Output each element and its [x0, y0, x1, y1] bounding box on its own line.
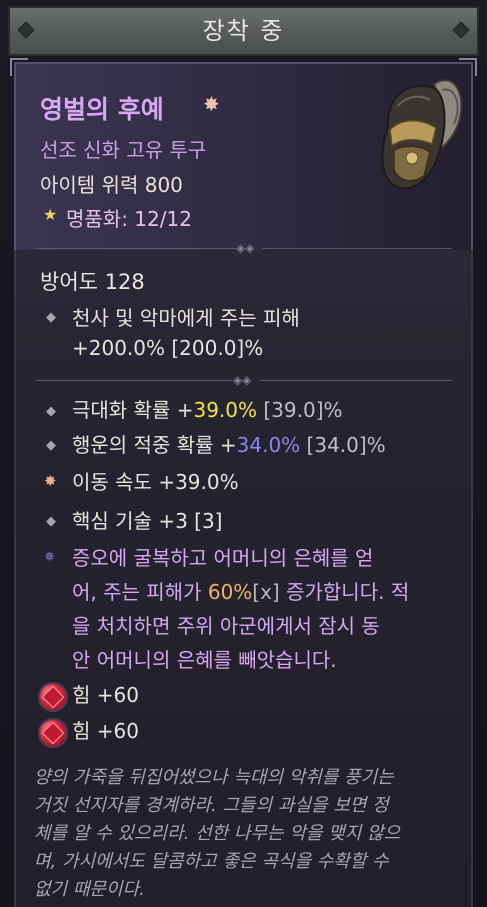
- unique-power-line2: 어, 주는 피해가 60%[x] 증가합니다. 적: [72, 576, 409, 605]
- equipped-header: 장착 중: [8, 6, 479, 56]
- affix-label: 극대화 확률 +: [72, 398, 194, 422]
- masterwork-star-icon: ★: [43, 205, 58, 224]
- armor-value: 방어도 128: [40, 270, 145, 294]
- affix-value: 34.0%: [236, 433, 301, 457]
- unique-power-text: 증가합니다. 적: [279, 580, 410, 604]
- masterwork-level: 명품화: 12/12: [66, 207, 192, 231]
- bullet-diamond-icon: ◆: [46, 404, 56, 419]
- section-divider: [262, 248, 452, 249]
- flavor-text-line: 양의 가죽을 뒤집어썼으나 늑대의 악취를 풍기는: [34, 767, 394, 788]
- bullet-diamond-icon: ◆: [46, 310, 56, 325]
- mythic-sun-icon: ✸: [203, 92, 220, 116]
- flavor-text-line: 체를 알 수 있으리라. 선한 나무는 악을 맺지 않으: [34, 823, 401, 844]
- unique-power-text: 어, 주는 피해가: [72, 580, 208, 604]
- divider-ornament: ◈◈: [236, 241, 255, 255]
- unique-power-line4: 안 어머니의 은혜를 빼앗습니다.: [72, 648, 337, 672]
- section-divider: [260, 380, 452, 381]
- socket-stat: 힘 +60: [72, 719, 139, 743]
- section-divider: [36, 380, 232, 381]
- affix-range: [34.0]%: [300, 433, 386, 457]
- affix-movement-speed: 이동 속도 +39.0%: [72, 470, 239, 494]
- socket-stat: 힘 +60: [72, 683, 139, 707]
- item-type: 선조 신화 고유 투구: [40, 138, 207, 162]
- unique-power-icon: ✵: [44, 550, 55, 565]
- affix-crit-chance: 극대화 확률 +39.0% [39.0]%: [72, 394, 343, 423]
- unique-power-value: 60%: [207, 580, 253, 604]
- frame-corner: [10, 58, 28, 76]
- affix-core-skills: 핵심 기술 +3 [3]: [72, 509, 223, 533]
- greater-affix-sun-icon: ✸: [44, 472, 57, 490]
- implicit-affix-line1: 천사 및 악마에게 주는 피해: [72, 306, 300, 330]
- item-tooltip: 장착 중 영벌의 후예 ✸ 선조 신화 고유 투구 아이템 위력 800 ★ 명…: [0, 0, 487, 907]
- divider-ornament: ◈◈: [233, 373, 252, 387]
- unique-power-line1: 증오에 굴복하고 어머니의 은혜를 얻: [72, 546, 374, 570]
- affix-lucky-hit: 행운의 적중 확률 +34.0% [34.0]%: [72, 429, 386, 458]
- unique-power-range: [x]: [252, 580, 280, 604]
- unique-power-line3: 을 처치하면 주위 아군에게서 잠시 동: [72, 614, 380, 638]
- flavor-text-line: 며, 가시에서도 달콤하고 좋은 곡식을 수확할 수: [34, 851, 389, 872]
- bullet-diamond-icon: ◆: [46, 438, 56, 453]
- item-name: 영벌의 후예: [40, 95, 164, 124]
- ruby-gem-icon: [38, 682, 68, 712]
- bullet-diamond-icon: ◆: [46, 514, 56, 529]
- section-divider: [36, 248, 236, 249]
- equipped-title: 장착 중: [202, 17, 285, 45]
- affix-value: 39.0%: [193, 398, 258, 422]
- flavor-text-line: 거짓 선지자를 경계하라. 그들의 과실을 보면 정: [34, 795, 389, 816]
- affix-range: [39.0]%: [257, 398, 343, 422]
- helmet-icon: [381, 79, 463, 190]
- implicit-affix-line2: +200.0% [200.0]%: [72, 336, 264, 360]
- flavor-text-line: 없기 때문이다.: [34, 879, 145, 900]
- item-power: 아이템 위력 800: [40, 173, 183, 197]
- ruby-gem-icon: [38, 718, 68, 748]
- affix-label: 행운의 적중 확률 +: [72, 433, 237, 457]
